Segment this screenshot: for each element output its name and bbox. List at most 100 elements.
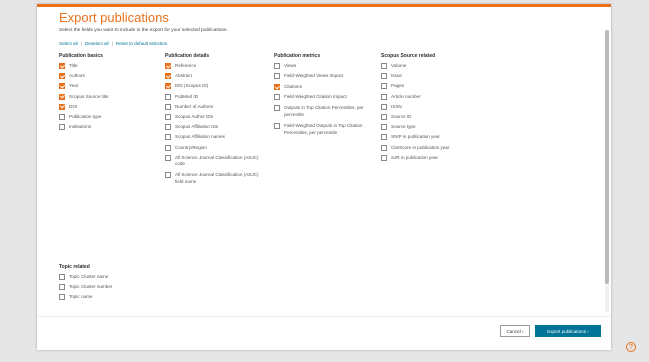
export-field-option[interactable]: All Science Journal Classification (ASJC…: [165, 154, 265, 169]
checkbox-unchecked[interactable]: [165, 154, 171, 161]
checkbox-unchecked[interactable]: [274, 73, 280, 80]
export-field-option[interactable]: Title: [59, 63, 154, 69]
column-title: Publication details: [165, 53, 210, 59]
cancel-button[interactable]: Cancel ›: [500, 325, 530, 337]
dialog-accent-bar: [37, 4, 611, 7]
checkbox-unchecked[interactable]: [59, 113, 65, 120]
export-field-option[interactable]: Field-Weighted Outputs in Top Citation P…: [274, 123, 374, 137]
option-label: Authors: [69, 73, 85, 79]
option-label: Article number: [391, 93, 421, 99]
option-label: Topic Cluster number: [69, 284, 113, 290]
export-field-option[interactable]: Citations: [274, 84, 374, 91]
export-field-option[interactable]: PubMed ID: [165, 93, 265, 100]
option-label: Scopus Source title: [69, 93, 109, 99]
export-field-option[interactable]: SNIP in publication year: [381, 134, 481, 141]
export-field-option[interactable]: Institutions: [59, 124, 154, 131]
option-label: Country/Region: [175, 144, 207, 150]
checkbox-unchecked[interactable]: [381, 144, 387, 151]
option-label: CiteScore in publication year: [391, 144, 450, 150]
option-label: All Science Journal Classification (ASJC…: [175, 154, 259, 167]
checkbox-unchecked[interactable]: [381, 134, 387, 141]
checkbox-unchecked[interactable]: [274, 123, 280, 130]
checkbox-unchecked[interactable]: [381, 103, 387, 110]
checkbox-unchecked[interactable]: [59, 284, 65, 291]
checkbox-unchecked[interactable]: [165, 134, 171, 141]
checkbox-unchecked[interactable]: [274, 94, 280, 101]
select-all-link[interactable]: Select all: [59, 41, 78, 46]
option-label: Field-Weighted Citation Impact: [284, 94, 347, 100]
export-field-option[interactable]: Field-Weighted Citation Impact: [274, 94, 374, 101]
export-field-option[interactable]: EID (Scopus ID): [165, 83, 265, 90]
checkbox-unchecked[interactable]: [59, 294, 65, 301]
checkbox-unchecked[interactable]: [274, 105, 280, 112]
export-field-option[interactable]: Reference: [165, 63, 265, 69]
export-publications-button[interactable]: Export publications ›: [535, 325, 601, 337]
export-field-option[interactable]: CiteScore in publication year: [381, 144, 481, 152]
option-label: Scopus Author IDs: [175, 113, 214, 119]
checkbox-unchecked[interactable]: [165, 103, 171, 110]
export-field-option[interactable]: Outputs in Top Citation Percentiles, per…: [274, 105, 374, 119]
dialog-title: Export publications: [59, 10, 169, 25]
checkbox-unchecked[interactable]: [381, 63, 387, 69]
checkbox-checked[interactable]: [165, 63, 171, 69]
option-label: DOI: [69, 103, 78, 109]
export-field-option[interactable]: Scopus Affiliation IDs: [165, 124, 265, 131]
export-field-option[interactable]: Volume: [381, 63, 481, 69]
export-field-option[interactable]: Publication type: [59, 113, 154, 120]
checkbox-checked[interactable]: [59, 83, 65, 90]
export-field-option[interactable]: Topic name: [59, 294, 154, 301]
chevron-right-icon: ›: [522, 328, 524, 334]
export-field-option[interactable]: Scopus Source title: [59, 93, 154, 100]
checkbox-unchecked[interactable]: [59, 274, 65, 280]
export-field-option[interactable]: Issue: [381, 73, 481, 80]
checkbox-checked[interactable]: [165, 73, 171, 80]
export-field-option[interactable]: Source ID: [381, 113, 481, 120]
export-field-option[interactable]: Number of Authors: [165, 103, 265, 110]
checkbox-unchecked[interactable]: [165, 93, 171, 100]
export-field-option[interactable]: DOI: [59, 103, 154, 110]
scrollbar-thumb[interactable]: [605, 30, 609, 284]
option-label: Field-Weighted Views Impact: [284, 73, 344, 79]
checkbox-unchecked[interactable]: [274, 63, 280, 69]
export-field-option[interactable]: SJR in publication year: [381, 155, 481, 162]
checkbox-unchecked[interactable]: [381, 124, 387, 131]
export-field-option[interactable]: ISSN: [381, 103, 481, 110]
export-field-option[interactable]: Abstract: [165, 73, 265, 80]
export-publications-dialog: Export publications Select the fields yo…: [37, 4, 611, 350]
export-field-option[interactable]: All Science Journal Classification (ASJC…: [165, 172, 265, 186]
export-field-option[interactable]: Article number: [381, 93, 481, 100]
checkbox-checked[interactable]: [165, 83, 171, 90]
checkbox-unchecked[interactable]: [59, 124, 65, 131]
help-icon[interactable]: ?: [626, 342, 636, 352]
export-field-option[interactable]: Topic Cluster name: [59, 274, 154, 280]
checkbox-unchecked[interactable]: [381, 83, 387, 90]
checkbox-checked[interactable]: [59, 73, 65, 80]
export-field-option[interactable]: Authors: [59, 73, 154, 80]
export-field-option[interactable]: Field-Weighted Views Impact: [274, 73, 374, 80]
checkbox-unchecked[interactable]: [165, 144, 171, 151]
export-field-option[interactable]: Topic Cluster number: [59, 284, 154, 291]
export-field-option[interactable]: Views: [274, 63, 374, 69]
checkbox-unchecked[interactable]: [165, 124, 171, 131]
export-field-option[interactable]: Scopus Author IDs: [165, 113, 265, 120]
checkbox-unchecked[interactable]: [165, 172, 171, 179]
reset-default-link[interactable]: Reset to default selection: [116, 41, 168, 46]
checkbox-unchecked[interactable]: [381, 93, 387, 100]
option-label: EID (Scopus ID): [175, 83, 209, 89]
checkbox-checked[interactable]: [274, 84, 280, 91]
checkbox-unchecked[interactable]: [381, 155, 387, 162]
option-label: Source ID: [391, 113, 412, 119]
export-field-option[interactable]: Country/Region: [165, 144, 265, 151]
checkbox-checked[interactable]: [59, 63, 65, 69]
checkbox-unchecked[interactable]: [165, 113, 171, 120]
checkbox-checked[interactable]: [59, 103, 65, 110]
deselect-all-link[interactable]: Deselect all: [85, 41, 109, 46]
checkbox-unchecked[interactable]: [381, 113, 387, 120]
export-field-option[interactable]: Source type: [381, 124, 481, 131]
export-field-option[interactable]: Year: [59, 83, 154, 90]
export-field-option[interactable]: Scopus Affiliation names: [165, 134, 265, 141]
option-label: ISSN: [391, 103, 402, 109]
export-field-option[interactable]: Pages: [381, 83, 481, 90]
checkbox-checked[interactable]: [59, 93, 65, 100]
checkbox-unchecked[interactable]: [381, 73, 387, 80]
